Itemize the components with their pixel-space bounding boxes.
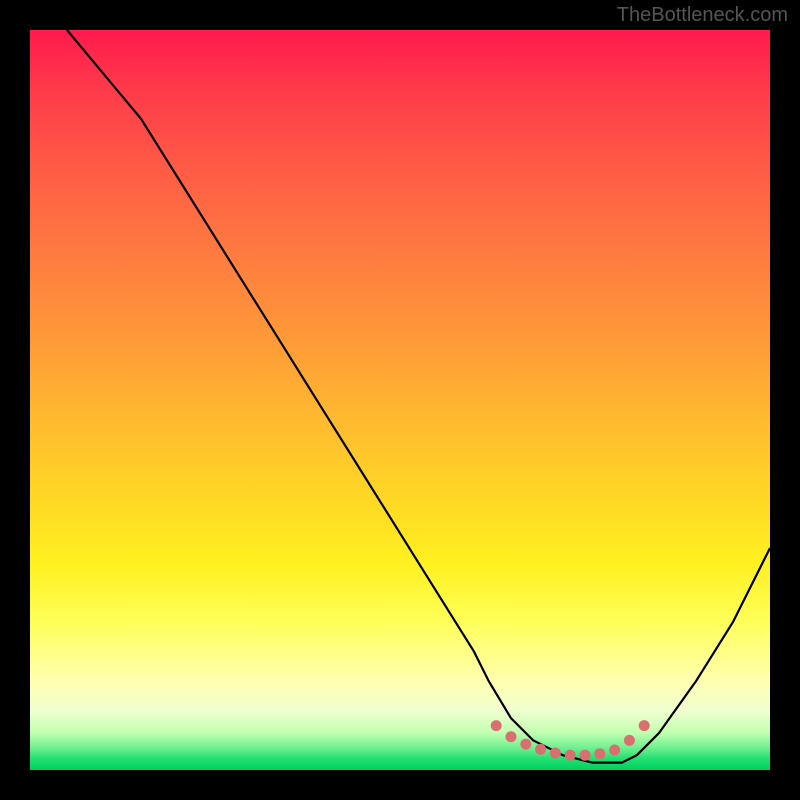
valley-marker <box>535 744 546 755</box>
valley-marker <box>550 748 561 759</box>
valley-marker <box>491 720 502 731</box>
valley-markers <box>491 720 650 761</box>
valley-marker <box>520 739 531 750</box>
attribution-text: TheBottleneck.com <box>617 4 788 27</box>
plot-area <box>30 30 770 770</box>
bottleneck-curve <box>67 30 770 763</box>
valley-marker <box>594 748 605 759</box>
valley-marker <box>609 745 620 756</box>
valley-marker <box>580 750 591 761</box>
chart-svg <box>30 30 770 770</box>
valley-marker <box>639 720 650 731</box>
valley-marker <box>506 731 517 742</box>
valley-marker <box>565 750 576 761</box>
valley-marker <box>624 735 635 746</box>
